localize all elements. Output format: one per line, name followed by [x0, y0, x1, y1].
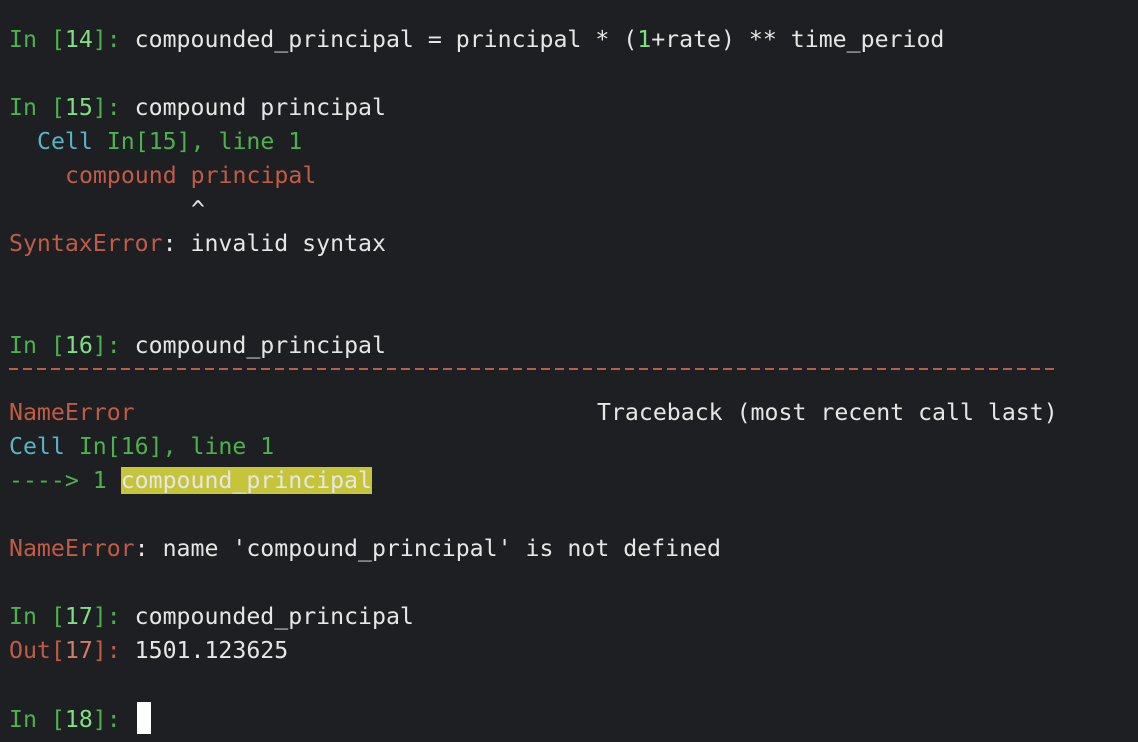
output-result: 1501.123625: [134, 637, 289, 664]
prompt-in-label: In: [9, 332, 51, 359]
input-code: compounded_principal: [134, 603, 414, 630]
input-code: compound_principal: [134, 332, 386, 359]
highlighted-code: compound_principal: [120, 467, 372, 494]
input-code: compounded_principal = principal * (: [134, 26, 638, 53]
text-cursor[interactable]: [136, 702, 151, 734]
error-type: NameError: [9, 535, 135, 562]
error-code-part-a: compound: [65, 162, 191, 189]
input-line-16: In [16]: compound_principal: [9, 332, 386, 359]
prompt-in-label: In: [9, 603, 51, 630]
traceback-arrow-line: ----> 1 compound_principal: [9, 464, 372, 498]
code-number-literal: 1: [637, 26, 652, 53]
error-type: SyntaxError: [9, 230, 163, 257]
prompt-in-label: In: [9, 94, 51, 121]
traceback-arrow: ----> 1: [9, 467, 121, 494]
prompt-number: 14: [64, 26, 93, 53]
error-caret: ^: [191, 196, 205, 223]
cell-location: In[16], line 1: [78, 433, 275, 460]
traceback-header: NameError: [9, 396, 135, 430]
prompt-in-label: In: [9, 706, 51, 733]
traceback-cell-ref: Cell In[16], line 1: [9, 430, 274, 464]
cell-location: In[15], line 1: [106, 128, 303, 155]
traceback-cell-ref: Cell In[15], line 1: [37, 125, 302, 159]
traceback-title: Traceback (most recent call last): [597, 399, 1058, 426]
error-message: name 'compound_principal' is not defined: [162, 535, 721, 562]
input-line-14: In [14]: compounded_principal = principa…: [9, 26, 945, 53]
prompt-number: 18: [64, 706, 93, 733]
error-message: invalid syntax: [190, 230, 386, 257]
input-line-17: In [17]: compounded_principal: [9, 603, 414, 630]
error-code-line: compound principal: [65, 159, 316, 193]
prompt-number: 16: [64, 332, 93, 359]
output-number: 17: [64, 637, 93, 664]
ipython-terminal[interactable]: In [14]: compounded_principal = principa…: [0, 0, 1138, 742]
prompt-out-label: Out: [9, 637, 51, 664]
prompt-in-label: In: [9, 26, 51, 53]
input-code: compound principal: [134, 94, 386, 121]
input-code-rest: +rate) ** time_period: [651, 26, 945, 53]
input-line-18[interactable]: In [18]:: [9, 702, 151, 736]
syntax-error-line: SyntaxError: invalid syntax: [9, 230, 386, 257]
error-code-part-b: principal: [190, 162, 317, 189]
prompt-number: 17: [64, 603, 93, 630]
input-line-15: In [15]: compound principal: [9, 94, 386, 121]
error-type: NameError: [9, 399, 135, 426]
cell-label: Cell: [37, 128, 107, 155]
cell-label: Cell: [9, 433, 79, 460]
output-line-17: Out[17]: 1501.123625: [9, 637, 289, 664]
name-error-line: NameError: name 'compound_principal' is …: [9, 535, 721, 562]
prompt-number: 15: [64, 94, 93, 121]
traceback-divider: [9, 368, 1059, 370]
